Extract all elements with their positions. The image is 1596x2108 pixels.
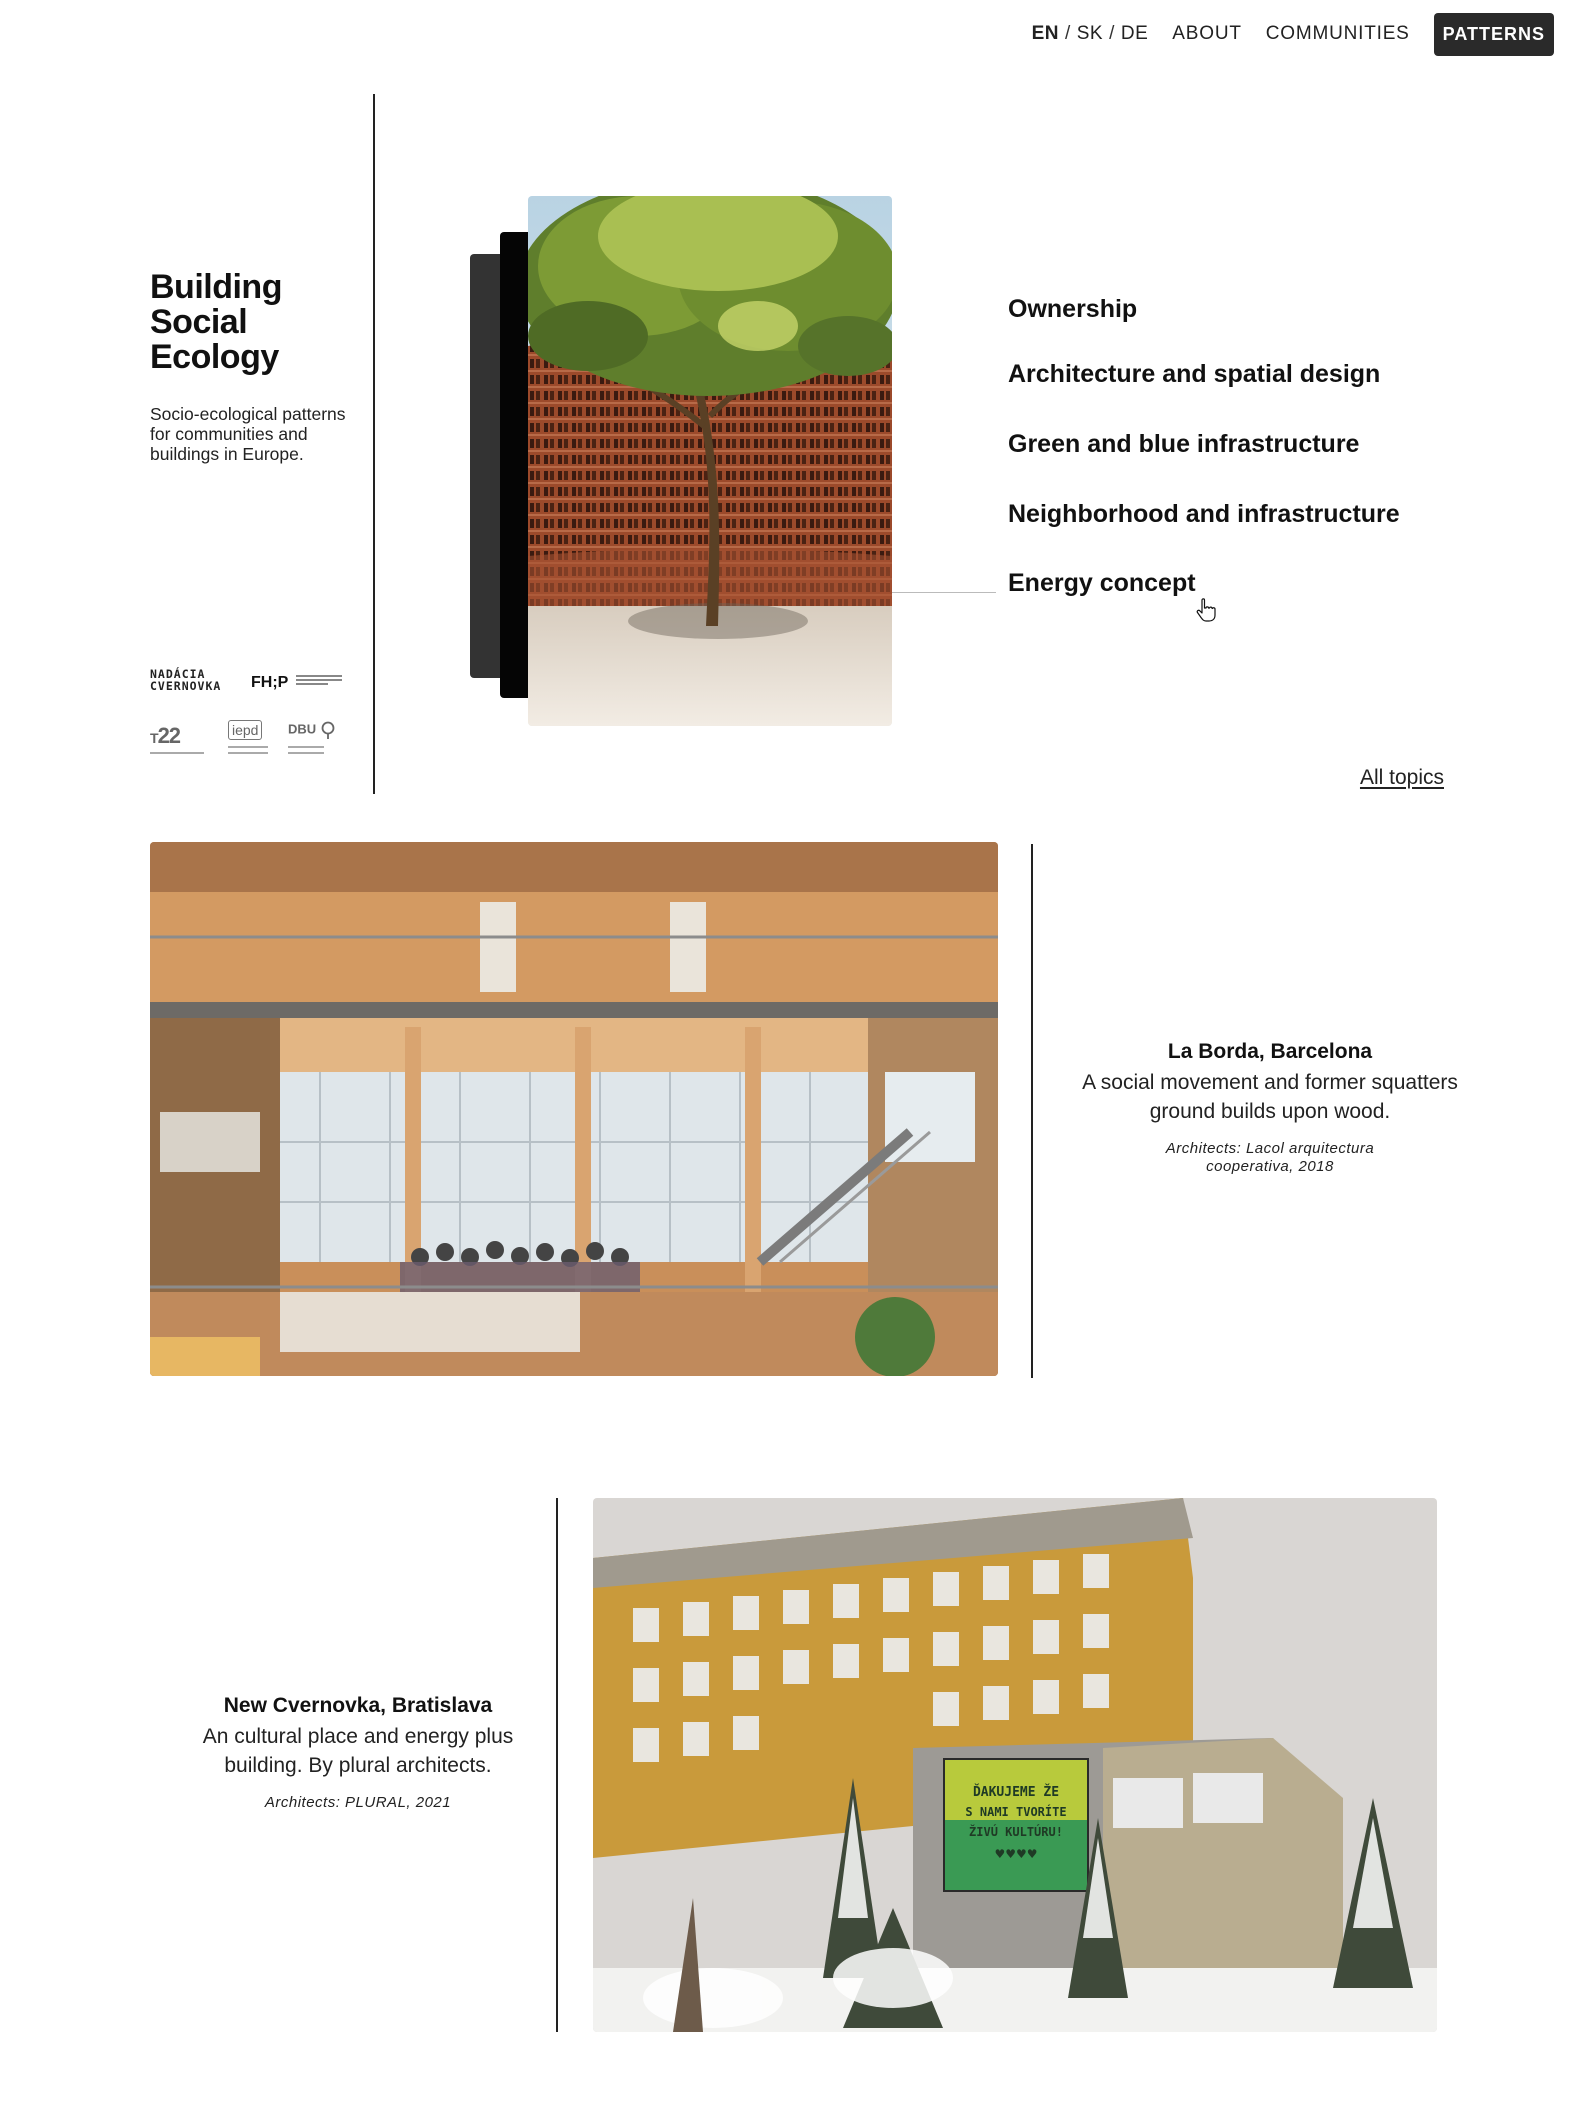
new-cvernovka-project-description: An cultural place and energy plus buildi… xyxy=(202,1725,514,1777)
dbu-logo-subtext xyxy=(288,746,324,748)
la-borda-project-info: La Borda, Barcelona A social movement an… xyxy=(1070,1040,1470,1176)
dbu-logo[interactable]: DBU xyxy=(288,720,336,740)
la-borda-project-architects: Architects: Lacol arquitectura cooperati… xyxy=(1165,1140,1375,1175)
l22-logo-text: 22 xyxy=(157,723,182,748)
hero-courtyard-tree-image[interactable] xyxy=(528,196,892,726)
lang-en-link[interactable]: EN xyxy=(1032,23,1059,44)
lang-sk-link[interactable]: SK xyxy=(1077,23,1103,44)
fhp-logo-subtext xyxy=(296,675,342,687)
la-borda-project-description: A social movement and former squatters g… xyxy=(1082,1071,1458,1123)
hero-stack-middle-card xyxy=(500,232,530,698)
topic-ownership[interactable]: Ownership xyxy=(1008,295,1137,324)
nav-patterns-button[interactable]: PATTERNS xyxy=(1433,12,1554,56)
new-cvernovka-building-illustration: ĎAKUJEME ŽE S NAMI TVORÍTE ŽIVÚ KULTÚRU!… xyxy=(593,1498,1437,2032)
dbu-logo-subtext xyxy=(288,752,324,754)
la-borda-project-image[interactable] xyxy=(150,842,998,1376)
lang-separator: / xyxy=(1064,23,1071,44)
all-topics-link[interactable]: All topics xyxy=(1360,766,1444,790)
sidebar-divider xyxy=(373,94,375,794)
banner-line-2: S NAMI TVORÍTE xyxy=(965,1804,1066,1819)
site-title[interactable]: Building Social Ecology xyxy=(150,270,350,375)
topic-architecture-spatial-design[interactable]: Architecture and spatial design xyxy=(1008,360,1380,389)
cvernovka-logo[interactable]: NADÁCIA CVERNOVKA xyxy=(150,668,242,692)
iepd-logo-subtext xyxy=(228,752,268,754)
dbu-logo-text: DBU xyxy=(288,721,317,737)
language-switcher: EN / SK / DE xyxy=(1032,23,1149,45)
dbu-flame-icon xyxy=(321,721,335,739)
hand-pointer-cursor-icon xyxy=(1196,598,1216,622)
la-borda-project-title[interactable]: La Borda, Barcelona xyxy=(1070,1040,1470,1064)
lang-de-link[interactable]: DE xyxy=(1121,23,1148,44)
topic-connector-line xyxy=(892,592,996,593)
banner-line-3: ŽIVÚ KULTÚRU! xyxy=(969,1824,1063,1839)
hero-stack-back-card xyxy=(470,254,504,678)
new-cvernovka-project-architects: Architects: PLURAL, 2021 xyxy=(264,1794,452,1811)
lang-separator: / xyxy=(1109,23,1115,44)
site-subtitle: Socio-ecological patterns for communitie… xyxy=(150,404,346,464)
new-cvernovka-project-info: New Cvernovka, Bratislava An cultural pl… xyxy=(188,1694,528,1812)
la-borda-divider xyxy=(1031,844,1033,1378)
new-cvernovka-divider xyxy=(556,1498,558,2032)
hero-courtyard-tree-illustration xyxy=(528,196,892,726)
topic-green-blue-infrastructure[interactable]: Green and blue infrastructure xyxy=(1008,430,1359,459)
la-borda-atrium-illustration xyxy=(150,842,998,1376)
topic-energy-concept[interactable]: Energy concept xyxy=(1008,569,1196,598)
iepd-logo-subtext xyxy=(228,746,268,748)
new-cvernovka-project-image[interactable]: ĎAKUJEME ŽE S NAMI TVORÍTE ŽIVÚ KULTÚRU!… xyxy=(593,1498,1437,2032)
fhp-logo[interactable]: FH;P xyxy=(251,674,288,692)
topic-neighborhood-infrastructure[interactable]: Neighborhood and infrastructure xyxy=(1008,500,1400,529)
nav-about-link[interactable]: ABOUT xyxy=(1172,23,1241,45)
nav-communities-link[interactable]: COMMUNITIES xyxy=(1266,23,1410,45)
top-navigation: EN / SK / DE ABOUT COMMUNITIES PATTERNS xyxy=(1032,12,1554,56)
l22-logo-subtext xyxy=(150,752,204,754)
l22-logo[interactable]: T22 xyxy=(150,723,182,749)
banner-hearts: ♥♥♥♥ xyxy=(994,1847,1037,1861)
iepd-logo[interactable]: iepd xyxy=(228,720,263,740)
banner-line-1: ĎAKUJEME ŽE xyxy=(973,1784,1059,1800)
new-cvernovka-project-title[interactable]: New Cvernovka, Bratislava xyxy=(188,1694,528,1718)
